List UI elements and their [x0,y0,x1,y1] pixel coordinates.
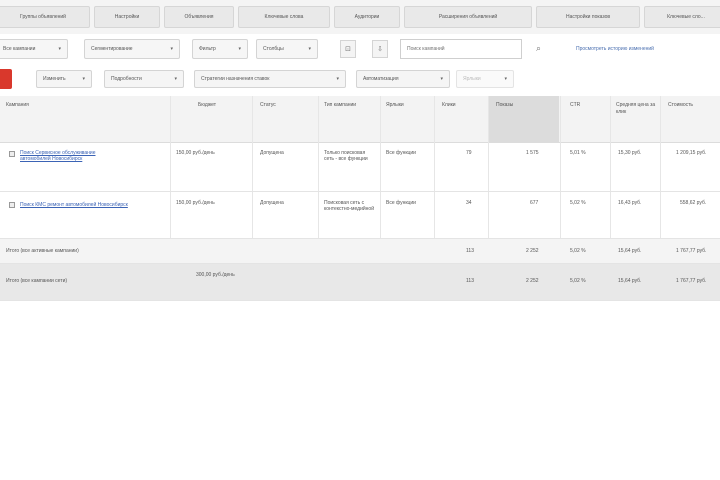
dropdown-label: Изменить [43,76,66,82]
cost-cell: 1 767,77 руб. [676,248,707,254]
chevron-down-icon: ▾ [58,46,61,52]
dropdown-label: Ярлыки [463,76,481,82]
impressions-cell: 2 252 [526,248,539,254]
summary-label: Итого (все активные кампании) [6,248,79,254]
status-cell: Допущена [260,200,284,206]
chevron-down-icon: ▾ [174,76,177,82]
clicks-cell: 79 [466,150,472,156]
dropdown-label: Фильтр [199,46,216,52]
column-header-cost[interactable]: Стоимость [668,102,693,109]
dropdown-label: Стратегии назначения ставок [201,76,270,82]
add-campaign-button[interactable] [0,69,12,89]
search-icon[interactable]: ⌕ [536,43,548,55]
chevron-down-icon: ▾ [82,76,85,82]
campaign-table: Кампания Бюджет Статус Тип кампании Ярлы… [0,96,720,301]
row-checkbox[interactable] [9,202,15,208]
ctr-cell: 5,01 % [570,150,586,156]
chevron-down-icon: ▾ [336,76,339,82]
tab-ad-groups[interactable]: Группы объявлений [0,6,90,28]
impressions-cell: 2 252 [526,278,539,284]
cpc-cell: 16,43 руб. [618,200,642,206]
column-header-labels[interactable]: Ярлыки [386,102,404,109]
labels-cell: Все функции [386,200,416,206]
tab-more[interactable]: Ключевые сло... [644,6,720,28]
tab-bar: Группы объявлений Настройки Объявления К… [0,0,720,34]
column-header-status[interactable]: Статус [260,102,276,109]
search-input[interactable] [400,39,522,59]
change-history-link[interactable]: Просмотреть историю изменений [576,46,654,52]
automation-dropdown[interactable]: Автоматизация ▾ [356,70,450,88]
table-row: Поиск КМС ремонт автомобилей Новосибирск… [0,192,720,239]
campaign-link[interactable]: Поиск Сервисное обслуживание автомобилей… [20,150,100,162]
ctr-cell: 5,02 % [570,248,586,254]
total-budget-cell: 300,00 руб./день [196,272,235,278]
table-header: Кампания Бюджет Статус Тип кампании Ярлы… [0,96,720,143]
cost-cell: 1 209,15 руб. [676,150,707,156]
column-header-avg-cpc[interactable]: Средняя цена за клик [616,102,656,116]
table-row: Поиск Сервисное обслуживание автомобилей… [0,143,720,192]
chevron-down-icon: ▾ [170,46,173,52]
column-header-campaign[interactable]: Кампания [6,102,29,109]
status-cell: Допущена [260,150,284,156]
dropdown-label: Столбцы [263,46,284,52]
tab-ads[interactable]: Объявления [164,6,234,28]
dropdown-label: Подробности [111,76,142,82]
ctr-cell: 5,02 % [570,278,586,284]
edit-dropdown[interactable]: Изменить ▾ [36,70,92,88]
campaign-link[interactable]: Поиск КМС ремонт автомобилей Новосибирск [20,202,140,208]
cost-cell: 558,62 руб. [680,200,707,206]
filter-dropdown[interactable]: Фильтр ▾ [192,39,248,59]
total-label: Итого (все кампании сети) [6,278,68,284]
cpc-cell: 15,30 руб. [618,150,642,156]
budget-cell: 150,00 руб./день [176,150,215,156]
cost-cell: 1 767,77 руб. [676,278,707,284]
impressions-cell: 1 575 [526,150,539,156]
tab-auction-insights[interactable]: Настройки показов [536,6,640,28]
cpc-cell: 15,64 руб. [618,248,642,254]
labels-dropdown[interactable]: Ярлыки ▾ [456,70,514,88]
details-dropdown[interactable]: Подробности ▾ [104,70,184,88]
chart-icon: ⊡ [345,46,351,53]
type-cell: Поисковая сеть с контекстно-медийной [324,200,374,212]
columns-dropdown[interactable]: Столбцы ▾ [256,39,318,59]
segment-dropdown[interactable]: Сегментирование ▾ [84,39,180,59]
chevron-down-icon: ▾ [238,46,241,52]
clicks-cell: 113 [466,278,474,284]
budget-cell: 150,00 руб./день [176,200,215,206]
all-campaigns-dropdown[interactable]: Все кампании ▾ [0,39,68,59]
ctr-cell: 5,02 % [570,200,586,206]
chart-toggle-button[interactable]: ⊡ [340,40,356,58]
toolbar: Все кампании ▾ Сегментирование ▾ Фильтр … [0,34,720,64]
tab-keywords[interactable]: Ключевые слова [238,6,330,28]
chevron-down-icon: ▾ [308,46,311,52]
dropdown-label: Автоматизация [363,76,399,82]
impressions-cell: 677 [530,200,539,206]
download-button[interactable]: ⇩ [372,40,388,58]
cpc-cell: 15,64 руб. [618,278,642,284]
column-header-ctr[interactable]: CTR [570,102,580,109]
dropdown-label: Все кампании [3,46,36,52]
column-header-impressions[interactable]: Показы [496,102,513,109]
labels-cell: Все функции [386,150,416,156]
bid-strategy-dropdown[interactable]: Стратегии назначения ставок ▾ [194,70,346,88]
tab-audiences[interactable]: Аудитории [334,6,400,28]
total-row: Итого (все кампании сети) 300,00 руб./де… [0,264,720,301]
row-checkbox[interactable] [9,151,15,157]
column-header-clicks[interactable]: Клики [442,102,456,109]
summary-row: Итого (все активные кампании) 113 2 252 … [0,239,720,264]
chevron-down-icon: ▾ [440,76,443,82]
tab-settings[interactable]: Настройки [94,6,160,28]
clicks-cell: 113 [466,248,474,254]
clicks-cell: 34 [466,200,472,206]
column-header-type[interactable]: Тип кампании [324,102,364,109]
dropdown-label: Сегментирование [91,46,133,52]
type-cell: Только поисковая сеть - все функции [324,150,368,162]
chevron-down-icon: ▾ [504,76,507,82]
column-header-budget[interactable]: Бюджет [198,102,216,109]
download-icon: ⇩ [377,46,383,53]
tab-ad-extensions[interactable]: Расширения объявлений [404,6,532,28]
